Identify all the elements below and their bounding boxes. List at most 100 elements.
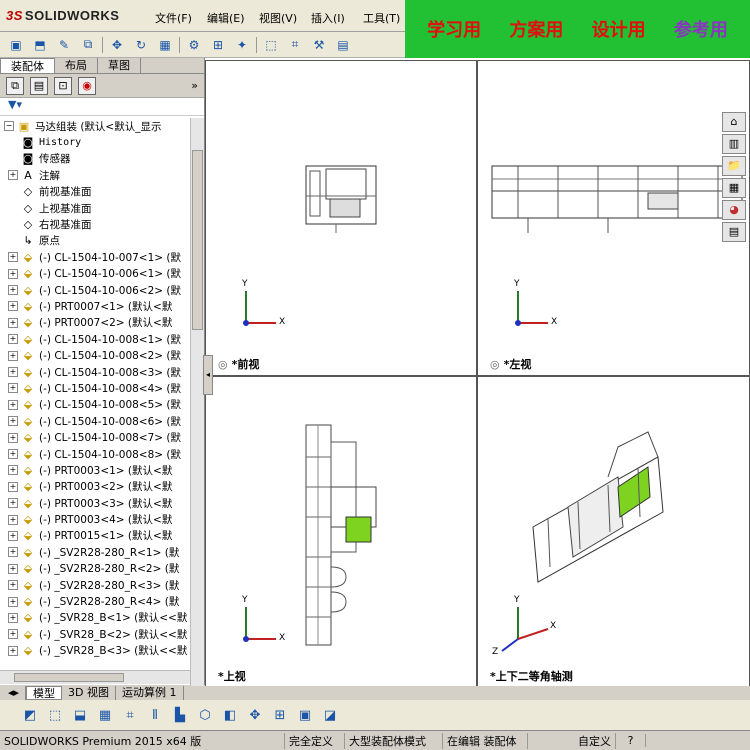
tab-sketch[interactable]: 草图 xyxy=(98,58,141,73)
expand-toggle[interactable]: + xyxy=(8,465,18,476)
tree-item[interactable]: + ⬙ (-) CL-1504-10-008<8> (默 xyxy=(0,446,190,462)
insert-component-icon[interactable]: ⬒ xyxy=(30,36,50,54)
viewport-left[interactable]: Y X ◎ *左视 xyxy=(477,60,750,376)
expand-toggle[interactable]: + xyxy=(8,481,18,492)
appearances-icon[interactable]: ◕ xyxy=(722,200,746,220)
tree-item[interactable]: ◙ History xyxy=(0,134,190,150)
viewport-front[interactable]: Y X ◎ *前视 xyxy=(205,60,477,376)
tree-horizontal-scrollbar[interactable] xyxy=(0,670,190,684)
smart-fastener-icon[interactable]: ⚙ xyxy=(184,36,204,54)
tree-item[interactable]: ◇ 右视基准面 xyxy=(0,216,190,232)
expand-toggle[interactable]: + xyxy=(8,383,18,394)
expand-toggle[interactable]: + xyxy=(8,170,18,181)
expand-toggle[interactable]: + xyxy=(8,449,18,459)
tab-layout[interactable]: 布局 xyxy=(55,58,98,73)
tree-item[interactable]: + ⬙ (-) CL-1504-10-008<6> (默 xyxy=(0,413,190,429)
expand-toggle[interactable]: + xyxy=(8,645,18,656)
tree-item[interactable]: + ⬙ (-) CL-1504-10-008<3> (默 xyxy=(0,364,190,380)
expand-toggle[interactable]: + xyxy=(8,367,18,378)
tree-item[interactable]: + ⬙ (-) CL-1504-10-008<7> (默 xyxy=(0,429,190,445)
dimension-icon[interactable]: ⌗ xyxy=(120,705,140,725)
explode-icon[interactable]: ⊞ xyxy=(208,36,228,54)
tree-item[interactable]: + ⬙ (-) CL-1504-10-008<4> (默 xyxy=(0,380,190,396)
move-icon[interactable]: ✥ xyxy=(245,705,265,725)
expand-toggle[interactable]: + xyxy=(8,514,18,525)
reference-geometry-icon[interactable]: ✦ xyxy=(232,36,252,54)
tree-item[interactable]: + ⬙ (-) _SV2R28-280_R<3> (默 xyxy=(0,577,190,593)
tree-item[interactable]: + ⬙ (-) CL-1504-10-008<5> (默 xyxy=(0,397,190,413)
status-units[interactable]: 自定义 xyxy=(528,732,616,749)
tab-model[interactable]: 模型 xyxy=(26,686,63,700)
custom-properties-icon[interactable]: ▤ xyxy=(722,222,746,242)
tree-item[interactable]: + ⬙ (-) CL-1504-10-008<1> (默 xyxy=(0,331,190,347)
design-library-icon[interactable]: ▥ xyxy=(722,134,746,154)
expand-icon[interactable]: » xyxy=(191,79,198,92)
tree-item[interactable]: + ⬙ (-) CL-1504-10-008<2> (默 xyxy=(0,347,190,363)
viewport-top[interactable]: Y X *上视 xyxy=(205,376,477,688)
tree-item[interactable]: + ⬙ (-) _SVR28_B<3> (默认<<默 xyxy=(0,643,190,659)
tree-item[interactable]: + ⬙ (-) CL-1504-10-007<1> (默 xyxy=(0,249,190,265)
chart-icon[interactable]: ▙ xyxy=(170,705,190,725)
viewport-isometric[interactable]: Y X Z *上下二等角轴测 xyxy=(477,376,750,688)
tree-item[interactable]: ↳ 原点 xyxy=(0,233,190,249)
measure-icon[interactable]: ⌗ xyxy=(285,36,305,54)
tree-item[interactable]: + ⬙ (-) _SV2R28-280_R<4> (默 xyxy=(0,593,190,609)
tree-item[interactable]: + ⬙ (-) _SVR28_B<2> (默认<<默 xyxy=(0,626,190,642)
eye-icon[interactable]: ◎ xyxy=(218,358,228,371)
scroll-thumb[interactable] xyxy=(14,673,124,682)
menu-view[interactable]: 视图(V) xyxy=(259,10,297,26)
display-manager-icon[interactable]: ◉ xyxy=(78,76,96,95)
tab-nav-arrows[interactable]: ◂▸ xyxy=(2,686,27,700)
expand-toggle[interactable]: − xyxy=(4,121,14,132)
menu-insert[interactable]: 插入(I) xyxy=(311,10,345,26)
hidden-lines-icon[interactable]: ⬓ xyxy=(70,705,90,725)
scroll-thumb[interactable] xyxy=(192,150,203,330)
tree-item[interactable]: + ⬙ (-) PRT0003<1> (默认<默 xyxy=(0,462,190,478)
photo-icon[interactable]: ◪ xyxy=(320,705,340,725)
menu-file[interactable]: 文件(F) xyxy=(155,10,192,26)
solidworks-resources-icon[interactable]: ⌂ xyxy=(722,112,746,132)
panel-collapse-handle[interactable]: ◂ xyxy=(203,355,213,395)
property-manager-icon[interactable]: ▤ xyxy=(30,76,48,95)
filter-bar[interactable]: ▼▾ xyxy=(0,98,204,116)
expand-toggle[interactable]: + xyxy=(8,399,18,410)
tree-item[interactable]: + ⬙ (-) PRT0003<4> (默认<默 xyxy=(0,511,190,527)
feature-manager-icon[interactable]: ⧉ xyxy=(6,76,24,95)
section-icon[interactable]: ◧ xyxy=(220,705,240,725)
expand-toggle[interactable]: + xyxy=(8,563,18,574)
tab-3d-views[interactable]: 3D 视图 xyxy=(62,686,117,700)
filter-icon[interactable]: ▼▾ xyxy=(8,98,22,111)
expand-toggle[interactable]: + xyxy=(8,350,18,361)
expand-toggle[interactable]: + xyxy=(8,252,18,263)
menu-tools[interactable]: 工具(T) xyxy=(363,10,400,26)
menu-edit[interactable]: 编辑(E) xyxy=(207,10,245,26)
expand-toggle[interactable]: + xyxy=(8,268,18,279)
expand-toggle[interactable]: + xyxy=(8,629,18,640)
expand-toggle[interactable]: + xyxy=(8,580,18,591)
tools-icon[interactable]: ⚒ xyxy=(309,36,329,54)
configuration-manager-icon[interactable]: ⊡ xyxy=(54,76,72,95)
pattern-icon[interactable]: ▦ xyxy=(155,36,175,54)
tree-item[interactable]: + ⬙ (-) PRT0003<3> (默认<默 xyxy=(0,495,190,511)
tab-motion-study[interactable]: 运动算例 1 xyxy=(116,686,184,700)
tree-item[interactable]: + ⬙ (-) CL-1504-10-006<2> (默 xyxy=(0,282,190,298)
tree-item[interactable]: + ⬙ (-) _SV2R28-280_R<2> (默 xyxy=(0,561,190,577)
tree-item[interactable]: + A 注解 xyxy=(0,167,190,183)
table-icon[interactable]: ⊞ xyxy=(270,705,290,725)
tree-item[interactable]: + ⬙ (-) _SVR28_B<1> (默认<<默 xyxy=(0,610,190,626)
expand-toggle[interactable]: + xyxy=(8,596,18,607)
shaded-icon[interactable]: ◩ xyxy=(20,705,40,725)
file-explorer-icon[interactable]: 📁 xyxy=(722,156,746,176)
graphics-area[interactable]: ⤢ ✎ ⟲ ◧ ⬡ ◩ ∞ ◕ ◎ ▭ ⊡ ▤ ▁ ❐ ✕ Y xyxy=(205,58,750,688)
tree-item[interactable]: ◙ 传感器 xyxy=(0,151,190,167)
tree-item[interactable]: − ▣ 马达组装 (默认<默认_显示 xyxy=(0,118,190,134)
expand-toggle[interactable]: + xyxy=(8,547,18,558)
expand-toggle[interactable]: + xyxy=(8,301,18,312)
grid-icon[interactable]: ▦ xyxy=(95,705,115,725)
expand-toggle[interactable]: + xyxy=(8,416,18,427)
expand-toggle[interactable]: + xyxy=(8,317,18,328)
move-component-icon[interactable]: ✥ xyxy=(107,36,127,54)
eye-icon[interactable]: ◎ xyxy=(490,358,500,371)
expand-toggle[interactable]: + xyxy=(8,498,18,509)
expand-toggle[interactable]: + xyxy=(8,432,18,443)
